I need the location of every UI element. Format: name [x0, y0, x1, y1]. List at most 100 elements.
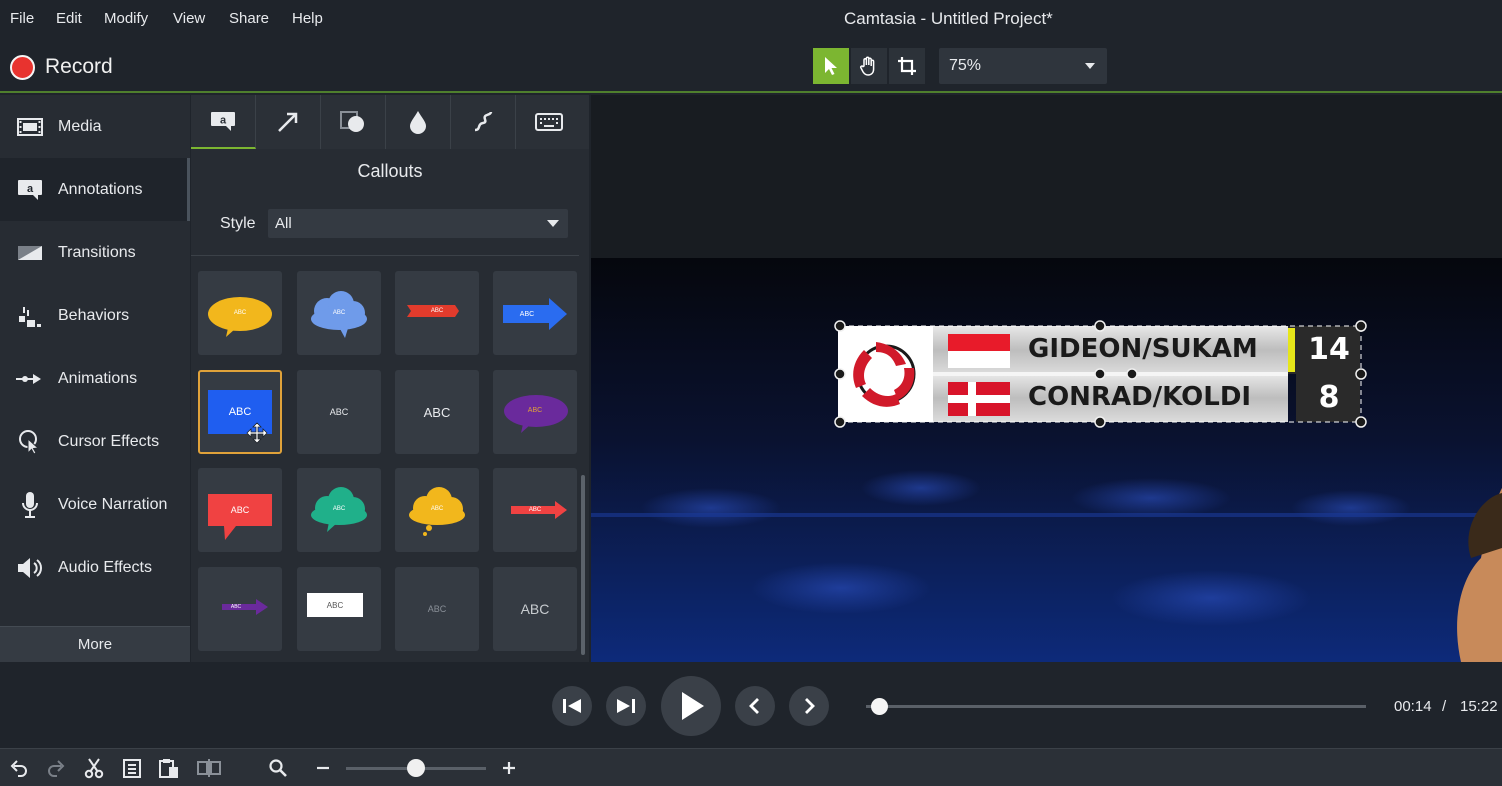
- play-icon: [682, 692, 704, 720]
- scrub-handle[interactable]: [871, 698, 888, 715]
- skip-forward-icon: [617, 699, 635, 713]
- svg-text:a: a: [220, 115, 227, 127]
- canvas-preview[interactable]: GIDEON/SUKAM CONRAD/KOLDI 14 8: [591, 95, 1502, 662]
- time-separator: /: [1442, 698, 1447, 715]
- callout-rectangle-white[interactable]: ABC: [297, 567, 381, 651]
- sidebar-item-label: Behaviors: [58, 306, 130, 324]
- tools-sidebar: Media a Annotations Transitions Behavior…: [0, 95, 190, 662]
- callout-oval-yellow[interactable]: ABC: [198, 271, 282, 355]
- callout-text-faint[interactable]: ABC: [395, 567, 479, 651]
- record-icon: [10, 54, 35, 80]
- step-forward-button[interactable]: [606, 686, 646, 726]
- annotations-panel: a Callouts Style All ABC ABC ABC ABC ABC…: [191, 95, 589, 662]
- video-background: [591, 258, 1502, 662]
- style-dropdown[interactable]: All: [268, 209, 568, 238]
- scissors-icon: [84, 758, 104, 779]
- zoom-dropdown[interactable]: 75%: [939, 48, 1107, 84]
- sidebar-item-audio-effects[interactable]: Audio Effects: [0, 536, 190, 599]
- window-title: Camtasia - Untitled Project*: [844, 9, 1053, 28]
- panel-scrollbar[interactable]: [581, 475, 585, 655]
- crop-tool-button[interactable]: [889, 48, 925, 84]
- callout-text-large[interactable]: ABC: [493, 567, 577, 651]
- sidebar-item-voice-narration[interactable]: Voice Narration: [0, 473, 190, 536]
- cut-button[interactable]: [82, 756, 106, 780]
- tab-callouts[interactable]: a: [191, 95, 256, 149]
- sidebar-item-behaviors[interactable]: Behaviors: [0, 284, 190, 347]
- playback-controls: 00:14 / 15:22: [0, 662, 1502, 748]
- tab-arrows-lines[interactable]: [256, 95, 321, 149]
- paste-button[interactable]: [157, 756, 181, 780]
- microphone-icon: [15, 490, 45, 520]
- callout-text-medium[interactable]: ABC: [395, 370, 479, 454]
- callout-cloud-blue[interactable]: ABC: [297, 271, 381, 355]
- record-button[interactable]: Record: [10, 53, 113, 81]
- copy-button[interactable]: [120, 756, 144, 780]
- sidebar-item-media[interactable]: Media: [0, 95, 190, 158]
- menu-edit[interactable]: Edit: [56, 10, 82, 27]
- total-time: 15:22: [1460, 698, 1498, 715]
- callout-arrow-red[interactable]: ABC: [493, 468, 577, 552]
- style-value: All: [275, 215, 292, 232]
- team-score-1: 14: [1308, 332, 1350, 367]
- drop-icon: [410, 111, 426, 134]
- previous-marker-button[interactable]: [735, 686, 775, 726]
- split-button[interactable]: [197, 756, 221, 780]
- sidebar-item-cursor-effects[interactable]: Cursor Effects: [0, 410, 190, 473]
- menu-modify[interactable]: Modify: [104, 10, 148, 27]
- panel-title: Callouts: [357, 161, 423, 181]
- callout-cloud-yellow[interactable]: ABC: [395, 468, 479, 552]
- menu-bar: File Edit Modify View Share Help Camtasi…: [0, 0, 1502, 38]
- sidebar-item-animations[interactable]: Animations: [0, 347, 190, 410]
- sidebar-item-label: Audio Effects: [58, 558, 152, 576]
- undo-button[interactable]: [7, 756, 31, 780]
- sidebar-item-label: Animations: [58, 369, 138, 387]
- zoom-value: 75%: [949, 57, 982, 74]
- annotation-type-tabs: a: [191, 95, 589, 149]
- film-icon: [15, 112, 45, 142]
- sidebar-item-label: Transitions: [58, 243, 136, 261]
- next-marker-button[interactable]: [789, 686, 829, 726]
- keyboard-icon: [534, 113, 563, 131]
- redo-button[interactable]: [44, 756, 68, 780]
- zoom-fit-button[interactable]: [266, 756, 290, 780]
- camtasia-window: File Edit Modify View Share Help Camtasi…: [0, 0, 1502, 786]
- more-button[interactable]: More: [0, 626, 190, 662]
- step-back-button[interactable]: [552, 686, 592, 726]
- edit-toolbar: [0, 748, 1502, 786]
- menu-share[interactable]: Share: [229, 10, 269, 27]
- callout-rectangle-blue[interactable]: ABC: [198, 370, 282, 454]
- pointer-icon: [825, 57, 837, 75]
- timeline-zoom-handle[interactable]: [407, 759, 425, 777]
- tab-keystroke[interactable]: [516, 95, 581, 149]
- scoreboard-overlay[interactable]: GIDEON/SUKAM CONRAD/KOLDI 14 8: [838, 326, 1360, 422]
- zoom-out-button[interactable]: [311, 756, 335, 780]
- menu-view[interactable]: View: [173, 10, 205, 27]
- crop-icon: [898, 57, 916, 75]
- pan-tool-button[interactable]: [851, 48, 887, 84]
- tab-shapes[interactable]: [321, 95, 386, 149]
- callout-arrow-purple[interactable]: ABC: [198, 567, 282, 651]
- annotation-icon: a: [15, 175, 45, 205]
- tab-sketch-motion[interactable]: [451, 95, 516, 149]
- menu-file[interactable]: File: [10, 10, 34, 27]
- minus-icon: [317, 766, 329, 770]
- play-button[interactable]: [661, 676, 721, 736]
- zoom-in-button[interactable]: [497, 756, 521, 780]
- callout-cloud-teal[interactable]: ABC: [297, 468, 381, 552]
- sidebar-item-annotations[interactable]: a Annotations: [0, 158, 190, 221]
- callout-oval-purple[interactable]: ABC: [493, 370, 577, 454]
- menu-help[interactable]: Help: [292, 10, 323, 27]
- sidebar-item-label: Cursor Effects: [58, 432, 160, 450]
- callout-arrow-blue[interactable]: ABC: [493, 271, 577, 355]
- scrub-track[interactable]: [866, 705, 1366, 708]
- callout-text-small[interactable]: ABC: [297, 370, 381, 454]
- style-label: Style: [220, 215, 256, 232]
- video-frame: GIDEON/SUKAM CONRAD/KOLDI 14 8: [591, 258, 1502, 662]
- callout-banner-red[interactable]: ABC: [395, 271, 479, 355]
- speaker-icon: [15, 553, 45, 583]
- callout-speech-red[interactable]: ABC: [198, 468, 282, 552]
- sidebar-item-transitions[interactable]: Transitions: [0, 221, 190, 284]
- select-tool-button[interactable]: [813, 48, 849, 84]
- tab-blur-highlight[interactable]: [386, 95, 451, 149]
- animation-icon: [15, 364, 45, 394]
